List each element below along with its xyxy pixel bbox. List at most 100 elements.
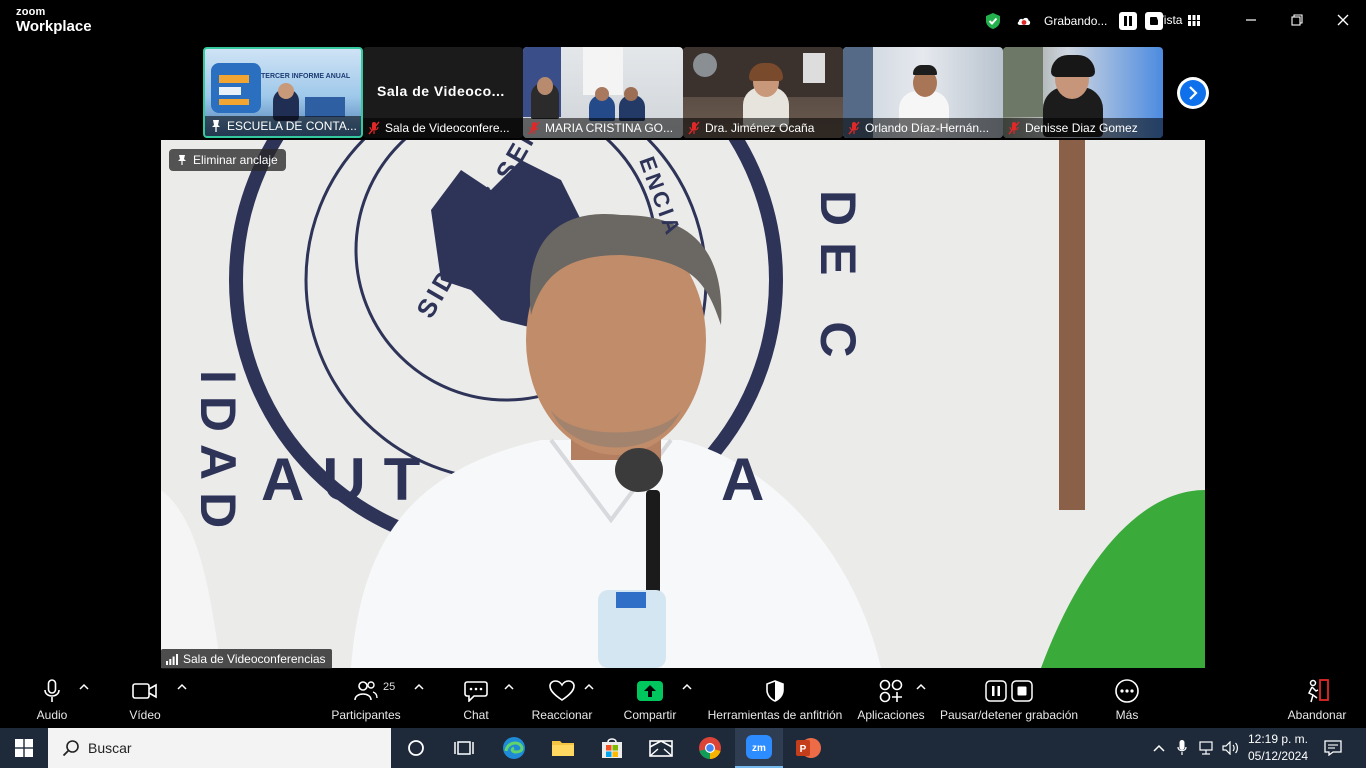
view-button[interactable]: Vista bbox=[1156, 13, 1201, 27]
share-options-caret-icon[interactable] bbox=[682, 683, 692, 691]
heart-icon bbox=[549, 680, 575, 701]
search-icon bbox=[62, 740, 79, 757]
signal-bars-icon bbox=[166, 654, 178, 665]
logo-big-text: Workplace bbox=[16, 18, 92, 35]
apps-label: Aplicaciones bbox=[857, 708, 925, 722]
video-camera-icon bbox=[132, 683, 157, 699]
muted-mic-icon bbox=[848, 121, 860, 135]
cortana-button[interactable] bbox=[392, 728, 440, 768]
volume-tray-button[interactable] bbox=[1220, 728, 1242, 768]
participant-thumbnail[interactable]: Dra. Jiménez Ocaña bbox=[683, 47, 843, 138]
network-tray-button[interactable] bbox=[1196, 728, 1218, 768]
participant-name-label: Dra. Jiménez Ocaña bbox=[683, 118, 843, 138]
muted-mic-icon bbox=[368, 121, 380, 135]
show-hidden-icons-button[interactable] bbox=[1148, 728, 1170, 768]
edge-browser-icon bbox=[503, 737, 525, 759]
background-letters-bottom-right: A bbox=[721, 446, 764, 513]
host-tools-button[interactable]: Herramientas de anfitrión bbox=[706, 669, 844, 727]
more-label: Más bbox=[1115, 708, 1139, 722]
cloud-record-icon bbox=[1017, 17, 1031, 25]
bottle-cap bbox=[616, 592, 646, 608]
file-explorer-app[interactable] bbox=[539, 728, 587, 768]
apps-icon bbox=[879, 679, 903, 703]
participant-thumbnail[interactable]: Sala de Videoco... Sala de Videoconfere.… bbox=[363, 47, 523, 138]
unpin-button[interactable]: Eliminar anclaje bbox=[169, 149, 286, 171]
video-frame: AUT A IDAD DE C SIDAD DE SERVIR ENCIA bbox=[161, 140, 1205, 668]
participants-options-caret-icon[interactable] bbox=[414, 683, 424, 691]
chevron-up-icon bbox=[1153, 744, 1165, 752]
unpin-label: Eliminar anclaje bbox=[193, 153, 278, 167]
person-hair bbox=[913, 65, 937, 75]
apps-button[interactable]: Aplicaciones bbox=[856, 669, 926, 727]
event-logo bbox=[211, 63, 261, 113]
chat-options-caret-icon[interactable] bbox=[504, 683, 514, 691]
video-options-caret-icon[interactable] bbox=[177, 683, 187, 691]
more-button[interactable]: Más bbox=[1108, 669, 1146, 727]
leave-button[interactable]: Abandonar bbox=[1284, 669, 1350, 727]
minimize-icon bbox=[1246, 19, 1256, 21]
taskbar-search-box[interactable]: Buscar bbox=[48, 728, 391, 768]
close-button[interactable] bbox=[1331, 10, 1355, 30]
notifications-button[interactable] bbox=[1318, 728, 1348, 768]
share-screen-button[interactable]: Compartir bbox=[620, 669, 680, 727]
host-tools-label: Herramientas de anfitrión bbox=[707, 708, 843, 722]
powerpoint-app[interactable]: P bbox=[784, 728, 832, 768]
main-speaker-video[interactable]: AUT A IDAD DE C SIDAD DE SERVIR ENCIA bbox=[161, 140, 1205, 668]
pause-stop-recording-button[interactable]: Pausar/detener grabación bbox=[940, 669, 1078, 727]
title-bar: zoom Workplace Grabando... Vista bbox=[0, 0, 1366, 44]
task-view-button[interactable] bbox=[440, 728, 488, 768]
pause-recording-button[interactable] bbox=[1119, 12, 1138, 30]
audio-button[interactable]: Audio bbox=[30, 669, 74, 727]
audio-options-caret-icon[interactable] bbox=[79, 683, 89, 691]
powerpoint-icon: P bbox=[796, 738, 821, 758]
shield-check-icon[interactable] bbox=[984, 12, 1002, 30]
participant-thumbnail[interactable]: TERCER INFORME ANUAL ESCUELA DE CONTA... bbox=[203, 47, 363, 138]
muted-mic-icon bbox=[528, 121, 540, 135]
chat-button[interactable]: Chat bbox=[456, 669, 496, 727]
pause-icon bbox=[1124, 16, 1133, 26]
apps-options-caret-icon[interactable] bbox=[916, 683, 926, 691]
svg-text:P: P bbox=[800, 744, 807, 755]
taskbar-clock[interactable]: 12:19 p. m. 05/12/2024 bbox=[1240, 731, 1316, 765]
participant-thumbnail-strip: TERCER INFORME ANUAL ESCUELA DE CONTA...… bbox=[203, 47, 1163, 138]
participant-name-label: MARIA CRISTINA GO... bbox=[523, 118, 683, 138]
participant-thumbnail[interactable]: MARIA CRISTINA GO... bbox=[523, 47, 683, 138]
host-shield-icon bbox=[766, 680, 784, 702]
wood-pillar bbox=[1059, 140, 1085, 510]
edge-app[interactable] bbox=[490, 728, 538, 768]
clock-date: 05/12/2024 bbox=[1247, 749, 1309, 763]
muted-mic-icon bbox=[688, 121, 700, 135]
cortana-circle-icon bbox=[408, 740, 424, 756]
banner-stripe bbox=[305, 97, 345, 117]
participants-button[interactable]: Participantes bbox=[326, 669, 406, 727]
presenter-head bbox=[278, 83, 294, 99]
chrome-app[interactable] bbox=[686, 728, 734, 768]
stop-icon bbox=[1011, 680, 1033, 702]
zoom-app[interactable]: zm bbox=[735, 728, 783, 768]
mail-app[interactable] bbox=[637, 728, 685, 768]
windows-logo-icon bbox=[15, 739, 33, 757]
clock-time: 12:19 p. m. bbox=[1247, 732, 1309, 746]
background-letters-right: DE C bbox=[810, 190, 866, 373]
store-bag-icon bbox=[602, 738, 622, 758]
participant-name-label: Denisse Diaz Gomez bbox=[1003, 118, 1163, 138]
participant-thumbnail[interactable]: Denisse Diaz Gomez bbox=[1003, 47, 1163, 138]
pin-icon bbox=[178, 155, 186, 165]
store-app[interactable] bbox=[588, 728, 636, 768]
participants-count: 25 bbox=[383, 681, 396, 693]
video-button[interactable]: Vídeo bbox=[124, 669, 166, 727]
react-options-caret-icon[interactable] bbox=[584, 683, 594, 691]
microphone-tray-button[interactable] bbox=[1172, 728, 1192, 768]
next-page-button[interactable] bbox=[1177, 77, 1209, 109]
restore-button[interactable] bbox=[1285, 10, 1309, 30]
chat-label: Chat bbox=[463, 708, 489, 722]
chevron-right-icon bbox=[1189, 86, 1198, 100]
minimize-button[interactable] bbox=[1239, 10, 1263, 30]
participant-title: Sala de Videoco... bbox=[377, 83, 505, 99]
participant-name-label: Sala de Videoconfere... bbox=[363, 118, 523, 138]
react-button[interactable]: Reaccionar bbox=[531, 669, 593, 727]
participant-name: Sala de Videoconfere... bbox=[385, 121, 510, 135]
start-button[interactable] bbox=[0, 728, 48, 768]
participant-thumbnail[interactable]: Orlando Díaz-Hernán... bbox=[843, 47, 1003, 138]
chat-bubble-icon bbox=[464, 681, 488, 702]
